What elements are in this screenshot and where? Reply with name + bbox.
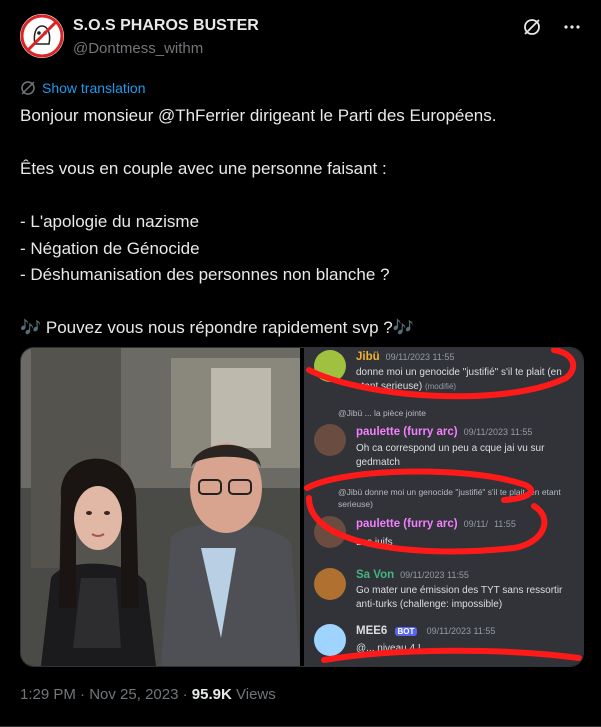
ghostbusters-logo-icon — [20, 14, 64, 58]
discord-message-text: @... niveau 4 ! — [356, 643, 421, 654]
separator: · — [80, 686, 86, 703]
user-avatar — [314, 424, 346, 456]
user-avatar — [314, 516, 346, 548]
discord-screenshot[interactable]: Jibü 09/11/2023 11:55 donne moi un genoci… — [304, 348, 583, 666]
show-translation-label: Show translation — [42, 80, 146, 96]
user-avatar — [314, 350, 346, 382]
tweet-time[interactable]: 1:29 PM — [20, 686, 76, 703]
discord-message-text: Les juifs — [356, 537, 393, 548]
discord-message-text: Oh ca correspond un peu a cque jai vu su… — [356, 443, 545, 468]
views-count: 95.9K — [191, 686, 232, 703]
tweet-media[interactable]: Jibü 09/11/2023 11:55 donne moi un genoci… — [20, 347, 584, 667]
tweet-date[interactable]: Nov 25, 2023 — [89, 686, 178, 703]
author-handle[interactable]: @Dontmess_withm — [73, 40, 203, 57]
discord-username: paulette (furry arc) 09/11/2023 11:55 — [356, 426, 533, 438]
show-translation-link[interactable]: Show translation — [20, 80, 146, 96]
discord-message-text: Go mater une émission des TYT sans resso… — [356, 585, 563, 610]
grok-icon[interactable] — [521, 16, 543, 38]
discord-username: Sa Von 09/11/2023 11:55 — [356, 569, 469, 581]
author-avatar[interactable] — [20, 14, 64, 58]
bot-avatar — [314, 624, 346, 656]
reply-preview: @Jibü ... la pièce jointe — [338, 408, 427, 418]
views-label: Views — [236, 686, 276, 703]
bot-badge: BOT — [394, 627, 418, 636]
discord-username: MEE6 BOT 09/11/2023 11:55 — [356, 625, 496, 637]
translate-icon — [21, 81, 35, 95]
discord-username: Jibü 09/11/2023 11:55 — [356, 351, 455, 363]
separator: · — [182, 686, 188, 703]
tweet-footer: 1:29 PM · Nov 25, 2023 · 95.9K Views — [20, 686, 276, 703]
tweet-text: Bonjour monsieur @ThFerrier dirigeant le… — [20, 106, 497, 337]
discord-message-text: donne moi un genocide "justifié" s'il te… — [356, 367, 562, 392]
more-options-icon[interactable] — [561, 16, 583, 38]
discord-username: paulette (furry arc) 09/11/11:55 — [356, 518, 516, 530]
reply-preview: @Jibü donne moi un genocide "justifié" s… — [338, 487, 561, 509]
user-avatar — [314, 568, 346, 600]
couple-photo[interactable] — [21, 348, 300, 666]
author-name[interactable]: S.O.S PHAROS BUSTER — [73, 17, 259, 35]
